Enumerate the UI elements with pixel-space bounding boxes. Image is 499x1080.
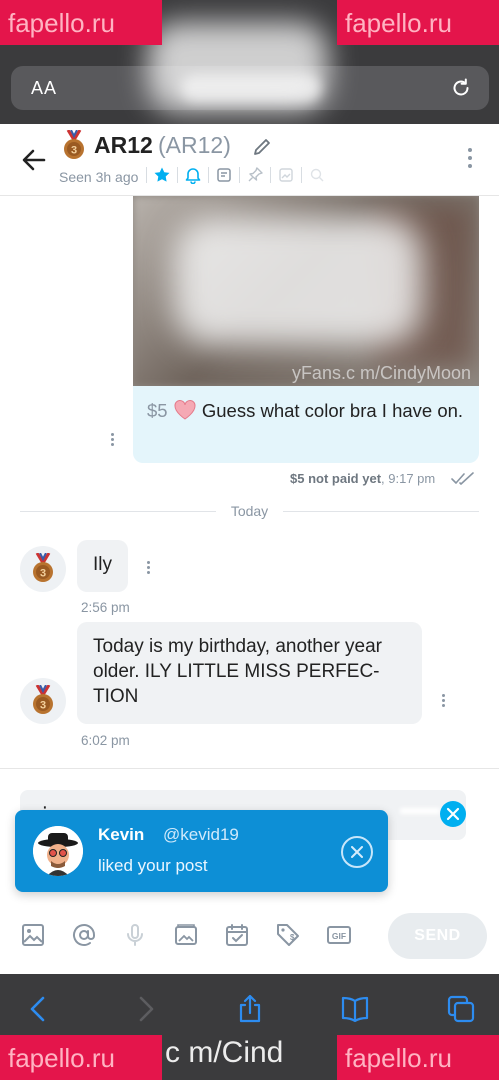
svg-text:3: 3	[71, 145, 77, 157]
day-divider: Today	[20, 503, 479, 519]
photo-watermark: yFans.c m/CindyMoon	[291, 363, 471, 383]
toast-message: liked your post	[98, 856, 208, 875]
note-icon[interactable]	[215, 166, 233, 184]
avatar[interactable]: 3	[20, 546, 66, 592]
reader-settings-button[interactable]: AA	[31, 78, 57, 99]
pencil-icon[interactable]	[252, 137, 272, 157]
microphone-icon[interactable]	[122, 922, 148, 948]
medal-icon: 3	[33, 553, 53, 582]
notification-toast[interactable]: Kevin @kevid19 liked your post	[15, 810, 388, 892]
star-icon[interactable]	[153, 166, 171, 184]
medal-icon: 3	[33, 685, 53, 714]
back-chevron-icon[interactable]	[24, 994, 54, 1024]
tabs-icon[interactable]	[446, 994, 476, 1024]
double-check-icon	[451, 472, 474, 485]
mention-icon[interactable]	[71, 922, 97, 948]
clear-input-button[interactable]	[440, 801, 466, 827]
paid-message-text: Guess what color bra I have on.	[201, 400, 464, 421]
svg-text:3: 3	[40, 700, 46, 712]
message-price: $5	[147, 400, 168, 421]
reload-icon[interactable]	[449, 76, 473, 100]
message-options-menu[interactable]	[145, 561, 151, 577]
price-tag-icon[interactable]: $	[275, 922, 301, 948]
close-icon	[446, 807, 460, 821]
paid-message-bubble: $5 Guess what color bra I have on.	[133, 386, 479, 463]
composer-toolbar: $ GIF	[20, 918, 377, 952]
heart-icon	[174, 399, 196, 420]
chat-user-handle[interactable]: (AR12)	[158, 132, 231, 159]
message-time: 2:56 pm	[81, 600, 130, 615]
medal-icon: 3	[64, 130, 84, 159]
vault-icon[interactable]	[173, 922, 199, 948]
paid-status: $5 not paid yet, 9:17 pm	[290, 471, 436, 486]
gif-icon[interactable]: GIF	[326, 922, 352, 948]
calendar-icon[interactable]	[224, 922, 250, 948]
back-arrow-icon[interactable]	[20, 146, 48, 174]
avatar[interactable]: 3	[20, 678, 66, 724]
bell-icon[interactable]	[184, 166, 202, 184]
chat-options-menu[interactable]	[467, 148, 473, 172]
forward-chevron-icon[interactable]	[130, 994, 160, 1024]
incoming-message: Today is my birthday, another year older…	[77, 622, 422, 724]
chat-user-name[interactable]: AR12	[94, 132, 153, 159]
media-icon[interactable]	[277, 166, 295, 184]
svg-text:GIF: GIF	[332, 931, 346, 941]
pin-icon[interactable]	[246, 166, 264, 184]
header-icon-row	[142, 166, 328, 184]
share-icon[interactable]	[235, 994, 265, 1024]
toast-avatar	[33, 826, 83, 876]
day-label: Today	[230, 503, 269, 519]
image-icon[interactable]	[20, 922, 46, 948]
close-icon	[351, 846, 363, 858]
message-time: 6:02 pm	[81, 733, 130, 748]
composer-divider	[0, 768, 499, 769]
censor-blur	[148, 22, 328, 112]
incoming-message: Ily	[77, 540, 128, 592]
svg-text:3: 3	[40, 568, 46, 580]
search-icon[interactable]	[308, 166, 326, 184]
send-button[interactable]: SEND	[388, 913, 487, 959]
message-options-menu[interactable]	[440, 694, 446, 710]
chat-header: 3 AR12 (AR12) Seen 3h ago	[0, 124, 499, 196]
bookmarks-icon[interactable]	[340, 994, 370, 1024]
watermark: fapello.ru	[0, 1035, 162, 1080]
toast-close-button[interactable]	[341, 836, 373, 868]
watermark: fapello.ru	[337, 1035, 499, 1080]
message-options-menu[interactable]	[109, 433, 115, 449]
watermark: c m/Cind	[165, 1036, 284, 1069]
message-photo[interactable]: yFans.c m/CindyMoon	[133, 196, 479, 386]
watermark: fapello.ru	[337, 0, 499, 45]
last-seen-status: Seen 3h ago	[59, 169, 139, 185]
toast-user-handle: @kevid19	[163, 825, 239, 844]
watermark: fapello.ru	[0, 0, 162, 45]
toast-user-name: Kevin	[98, 825, 145, 844]
svg-text:$: $	[290, 933, 295, 942]
